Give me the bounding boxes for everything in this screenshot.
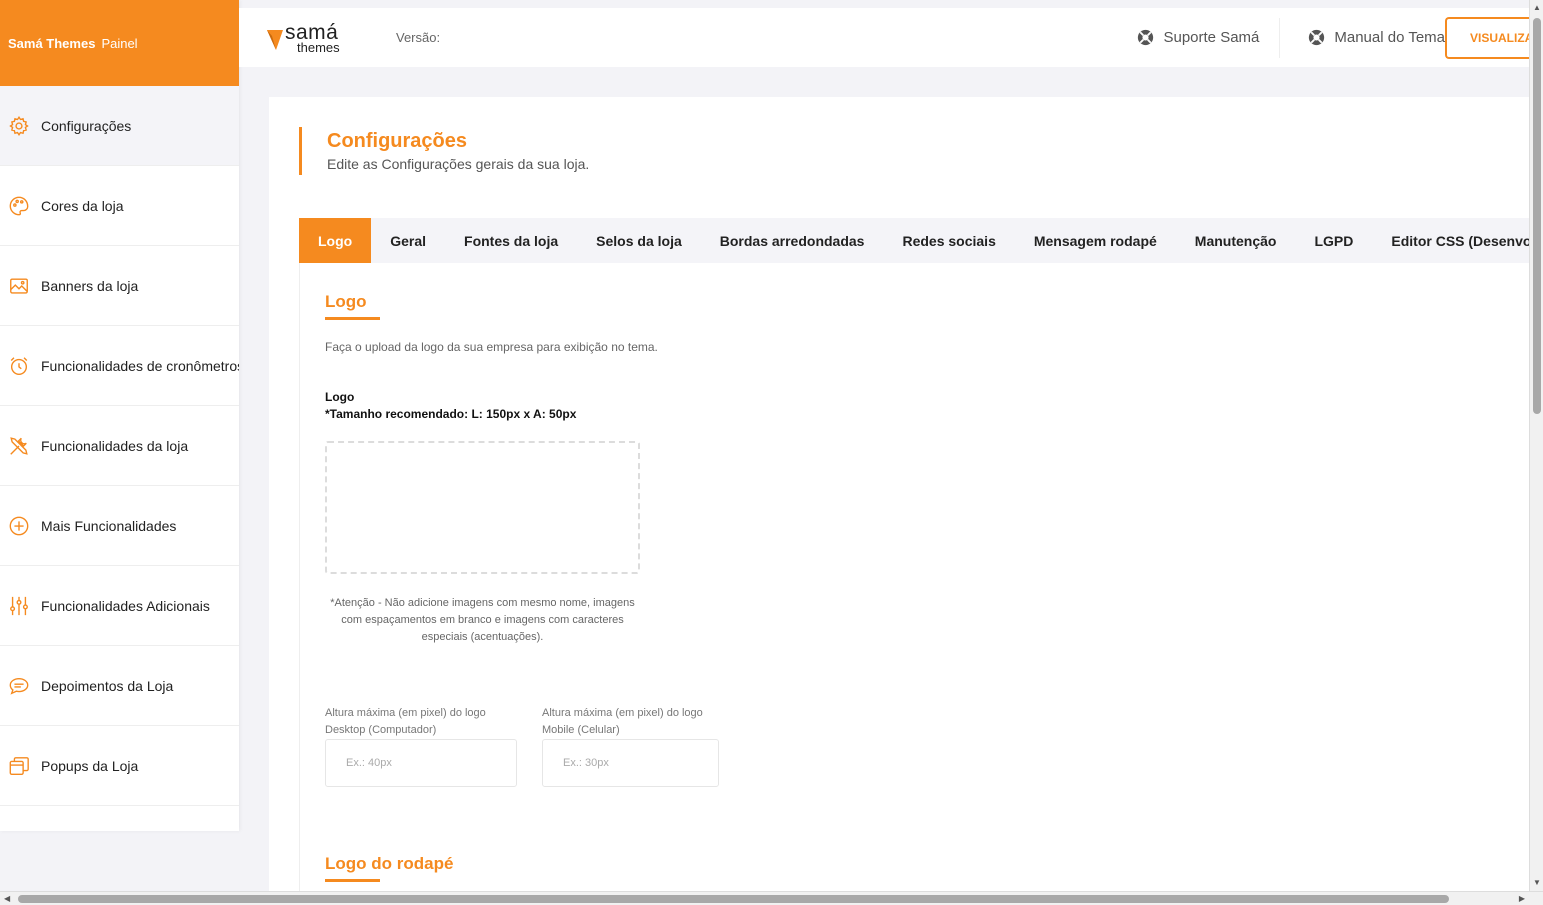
- sidebar-brand: Samá Themes Painel: [0, 0, 239, 86]
- chat-icon: [8, 675, 30, 697]
- view-store-button[interactable]: VISUALIZAR: [1445, 16, 1529, 59]
- tab-fontes[interactable]: Fontes da loja: [445, 218, 577, 263]
- sidebar-item-label: Banners da loja: [41, 277, 139, 294]
- brand-name: Samá Themes: [8, 35, 96, 51]
- desktop-height-group: Altura máxima (em pixel) do logo Desktop…: [325, 705, 517, 787]
- sidebar-item-label: Funcionalidades de cronômetros: [41, 357, 239, 374]
- tab-editor-css[interactable]: Editor CSS (Desenvolvedor): [1372, 218, 1543, 263]
- alarm-clock-icon: [8, 355, 30, 377]
- top-right-actions: Suporte Samá Manual do Tema VISUALIZAR: [1137, 8, 1529, 67]
- sidebar-item-funcionalidades-loja[interactable]: Funcionalidades da loja: [0, 406, 239, 486]
- image-icon: [8, 275, 30, 297]
- version-label: Versão:: [396, 30, 441, 45]
- scroll-down-icon[interactable]: ▼: [1533, 879, 1541, 887]
- scroll-right-icon[interactable]: ▶: [1519, 895, 1525, 903]
- sidebar-item-mais-funcionalidades[interactable]: Mais Funcionalidades: [0, 486, 239, 566]
- logo-upload-warning: *Atenção - Não adicione imagens com mesm…: [330, 597, 635, 643]
- topbar: samá themes Versão: Suporte Samá Manual …: [239, 8, 1529, 67]
- sidebar-item-label: Funcionalidades da loja: [41, 437, 189, 454]
- sidebar-item-label: Configurações: [41, 117, 132, 134]
- main-card: Configurações Edite as Configurações ger…: [269, 97, 1543, 892]
- brand-suffix: Painel: [101, 35, 138, 51]
- logo-section-description: Faça o upload da logo da sua empresa par…: [325, 340, 658, 354]
- logo-text: samá themes: [285, 22, 340, 54]
- manual-label: Manual do Tema: [1334, 29, 1445, 46]
- desktop-height-input[interactable]: [325, 739, 517, 787]
- gear-icon: [8, 115, 30, 137]
- horizontal-scrollbar[interactable]: ◀ ▶: [0, 891, 1543, 905]
- logo-upload-dropzone[interactable]: [325, 441, 640, 574]
- tab-geral[interactable]: Geral: [371, 218, 445, 263]
- sidebar-item-label: Cores da loja: [41, 197, 124, 214]
- page-header: Configurações Edite as Configurações ger…: [299, 127, 589, 175]
- sidebar-item-depoimentos[interactable]: Depoimentos da Loja: [0, 646, 239, 726]
- sidebar-item-label: Funcionalidades Adicionais: [41, 597, 210, 614]
- plus-circle-icon: [8, 515, 30, 537]
- settings-tabs: Logo Geral Fontes da loja Selos da loja …: [299, 218, 1543, 263]
- mobile-height-group: Altura máxima (em pixel) do logo Mobile …: [542, 705, 719, 787]
- sama-logo-mark-icon: [267, 29, 283, 50]
- sidebar-item-label: Depoimentos da Loja: [41, 677, 174, 694]
- tab-manutencao[interactable]: Manutenção: [1176, 218, 1296, 263]
- vertical-scrollbar[interactable]: ▲ ▼: [1529, 0, 1543, 891]
- sidebar-item-funcionalidades-adicionais[interactable]: Funcionalidades Adicionais: [0, 566, 239, 646]
- sidebar-item-banners[interactable]: Banners da loja: [0, 246, 239, 326]
- sidebar-item-label: Mais Funcionalidades: [41, 517, 177, 534]
- support-link[interactable]: Suporte Samá: [1137, 17, 1281, 58]
- scroll-left-icon[interactable]: ◀: [4, 895, 10, 903]
- logo-label: Logo: [325, 390, 355, 404]
- mobile-height-label: Altura máxima (em pixel) do logo Mobile …: [542, 707, 703, 736]
- sidebar-item-cores[interactable]: Cores da loja: [0, 166, 239, 246]
- tab-logo[interactable]: Logo: [299, 218, 372, 263]
- page-subtitle: Edite as Configurações gerais da sua loj…: [327, 156, 590, 172]
- sidebar-item-cronometros[interactable]: Funcionalidades de cronômetros: [0, 326, 239, 406]
- horizontal-scroll-thumb[interactable]: [18, 895, 1449, 903]
- logo-field-label: Logo *Tamanho recomendado: L: 150px x A:…: [325, 389, 576, 423]
- tab-redes-sociais[interactable]: Redes sociais: [883, 218, 1014, 263]
- manual-link[interactable]: Manual do Tema: [1308, 18, 1445, 58]
- lifebuoy-icon: [1137, 29, 1154, 46]
- sama-logo[interactable]: samá themes: [267, 22, 367, 54]
- sidebar-item-configuracoes[interactable]: Configurações: [0, 86, 239, 166]
- desktop-height-label: Altura máxima (em pixel) do logo Desktop…: [325, 707, 486, 736]
- sliders-icon: [8, 595, 30, 617]
- lifebuoy-icon: [1308, 29, 1325, 46]
- sidebar-item-popups[interactable]: Popups da Loja: [0, 726, 239, 806]
- footer-logo-section-title: Logo do rodapé: [325, 854, 454, 882]
- palette-icon: [8, 195, 30, 217]
- page-title: Configurações: [327, 130, 468, 152]
- tab-lgpd[interactable]: LGPD: [1295, 218, 1372, 263]
- logo-tab-pane: Logo Faça o upload da logo da sua empres…: [299, 263, 1529, 892]
- logo-size-hint: *Tamanho recomendado: L: 150px x A: 50px: [325, 407, 577, 421]
- popup-window-icon: [8, 755, 30, 777]
- logo-line2: themes: [297, 39, 340, 55]
- tab-selos[interactable]: Selos da loja: [577, 218, 701, 263]
- logo-section-title: Logo: [325, 292, 380, 320]
- scroll-up-icon[interactable]: ▲: [1533, 4, 1541, 12]
- mobile-height-input[interactable]: [542, 739, 719, 787]
- vertical-scroll-thumb[interactable]: [1533, 18, 1541, 414]
- support-label: Suporte Samá: [1163, 29, 1260, 46]
- sidebar: Samá Themes Painel Configurações Cores d…: [0, 0, 239, 831]
- tools-icon: [8, 435, 30, 457]
- tab-mensagem-rodape[interactable]: Mensagem rodapé: [1015, 218, 1176, 263]
- tab-bordas[interactable]: Bordas arredondadas: [701, 218, 884, 263]
- sidebar-item-label: Popups da Loja: [41, 757, 139, 774]
